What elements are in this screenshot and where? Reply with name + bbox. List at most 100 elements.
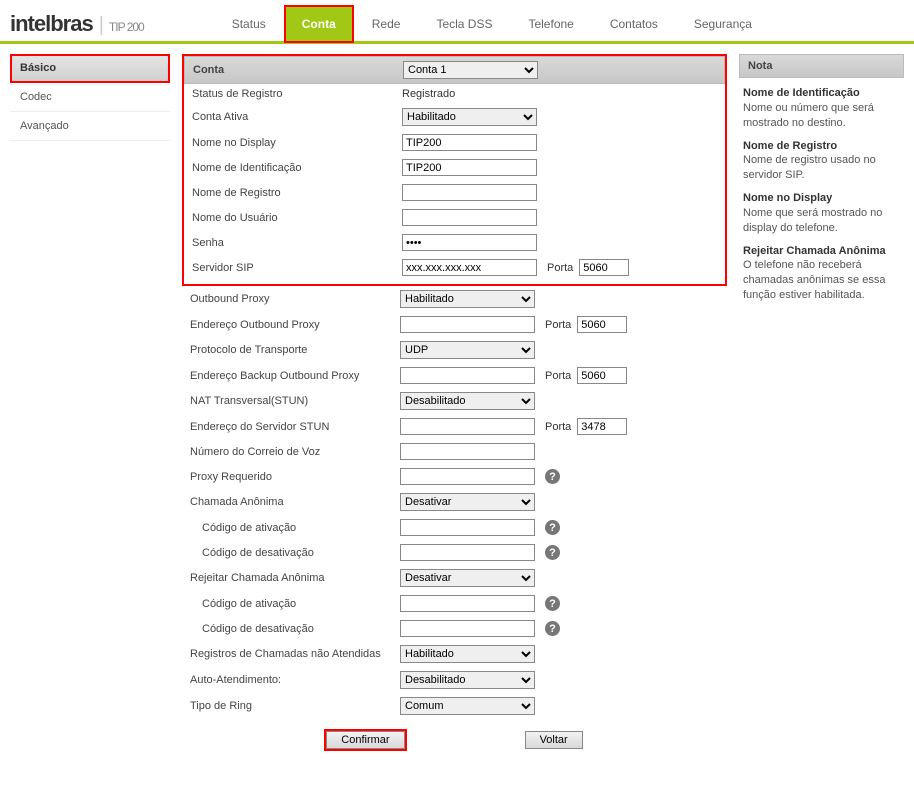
confirmar-button[interactable]: Confirmar: [326, 731, 404, 749]
row-ca-cod-desativ: Código de desativação ?: [182, 540, 727, 565]
select-tipo-ring[interactable]: Comum: [400, 697, 535, 715]
label-nat-transversal: NAT Transversal(STUN): [190, 395, 400, 407]
button-row: Confirmar Voltar: [182, 719, 727, 755]
label-ra-cod-desativ: Código de desativação: [190, 623, 400, 635]
topnav-item-rede[interactable]: Rede: [354, 5, 419, 43]
input-nome-usuario[interactable]: [402, 209, 537, 226]
logo: intelbras | TIP 200: [10, 11, 144, 37]
voltar-button[interactable]: Voltar: [525, 731, 583, 749]
row-rejeitar-anonima: Rejeitar Chamada Anônima Desativar: [182, 565, 727, 591]
label-numero-correio: Número do Correio de Voz: [190, 446, 400, 458]
help-icon: ?: [545, 520, 560, 535]
input-end-outbound-porta[interactable]: [577, 316, 627, 333]
label-ca-cod-ativ: Código de ativação: [190, 522, 400, 534]
row-auto-atendimento: Auto-Atendimento: Desabilitado: [182, 667, 727, 693]
select-rejeitar-anonima[interactable]: Desativar: [400, 569, 535, 587]
label-conta-ativa: Conta Ativa: [192, 111, 402, 123]
note-header: Nota: [739, 54, 904, 78]
account-select[interactable]: Conta 1: [403, 61, 538, 79]
help-icon: ?: [545, 545, 560, 560]
sidebar-item-avançado[interactable]: Avançado: [10, 112, 170, 141]
topnav-item-telefone[interactable]: Telefone: [510, 5, 591, 43]
sidebar-item-básico[interactable]: Básico: [10, 54, 170, 83]
select-reg-nao-atendidas[interactable]: Habilitado: [400, 645, 535, 663]
label-status-registro: Status de Registro: [192, 88, 402, 100]
label-nome-display: Nome no Display: [192, 137, 402, 149]
input-servidor-sip-porta[interactable]: [579, 259, 629, 276]
topnav-item-tecla-dss[interactable]: Tecla DSS: [418, 5, 510, 43]
note-text: Nome que será mostrado no display do tel…: [743, 206, 900, 236]
input-end-servidor-stun[interactable]: [400, 418, 535, 435]
label-outbound-proxy: Outbound Proxy: [190, 293, 400, 305]
help-icon: ?: [545, 621, 560, 636]
input-end-backup-porta[interactable]: [577, 367, 627, 384]
row-end-servidor-stun: Endereço do Servidor STUN Porta: [182, 414, 727, 439]
input-ra-cod-desativ[interactable]: [400, 620, 535, 637]
row-end-outbound-proxy: Endereço Outbound Proxy Porta: [182, 312, 727, 337]
select-nat-transversal[interactable]: Desabilitado: [400, 392, 535, 410]
note-text: Nome ou número que será mostrado no dest…: [743, 101, 900, 131]
row-protocolo-transporte: Protocolo de Transporte UDP: [182, 337, 727, 363]
label-protocolo-transporte: Protocolo de Transporte: [190, 344, 400, 356]
topnav-item-conta[interactable]: Conta: [284, 5, 354, 43]
note-text: O telefone não receberá chamadas anônima…: [743, 258, 900, 303]
select-conta-ativa[interactable]: Habilitado: [402, 108, 537, 126]
row-senha: Senha: [184, 230, 725, 255]
input-nome-display[interactable]: [402, 134, 537, 151]
row-numero-correio: Número do Correio de Voz: [182, 439, 727, 464]
select-protocolo-transporte[interactable]: UDP: [400, 341, 535, 359]
header: intelbras | TIP 200 StatusContaRedeTecla D…: [0, 0, 914, 44]
porta-label-outbound: Porta: [545, 319, 571, 331]
account-header-row: Conta Conta 1: [184, 56, 725, 84]
help-icon: ?: [545, 469, 560, 484]
row-reg-nao-atendidas: Registros de Chamadas não Atendidas Habi…: [182, 641, 727, 667]
input-end-backup-outbound[interactable]: [400, 367, 535, 384]
row-nome-ident: Nome de Identificação: [184, 155, 725, 180]
note-text: Nome de registro usado no servidor SIP.: [743, 153, 900, 183]
input-proxy-requerido[interactable]: [400, 468, 535, 485]
note-panel: Nota Nome de IdentificaçãoNome ou número…: [739, 54, 904, 755]
porta-label-stun: Porta: [545, 421, 571, 433]
note-heading: Nome de Identificação: [743, 86, 900, 101]
label-proxy-requerido: Proxy Requerido: [190, 471, 400, 483]
note-heading: Nome de Registro: [743, 139, 900, 154]
label-senha: Senha: [192, 237, 402, 249]
label-nome-ident: Nome de Identificação: [192, 162, 402, 174]
logo-divider: |: [99, 14, 103, 36]
model-label: TIP 200: [109, 20, 144, 34]
label-nome-registro: Nome de Registro: [192, 187, 402, 199]
input-nome-ident[interactable]: [402, 159, 537, 176]
main-panel: Conta Conta 1 Status de Registro Registr…: [182, 54, 727, 755]
input-ca-cod-desativ[interactable]: [400, 544, 535, 561]
row-ra-cod-desativ: Código de desativação ?: [182, 616, 727, 641]
topnav-item-contatos[interactable]: Contatos: [592, 5, 676, 43]
input-ra-cod-ativ[interactable]: [400, 595, 535, 612]
note-body: Nome de IdentificaçãoNome ou número que …: [739, 78, 904, 311]
label-ra-cod-ativ: Código de ativação: [190, 598, 400, 610]
brand-name: intelbras: [10, 11, 93, 36]
topnav-item-segurança[interactable]: Segurança: [676, 5, 770, 43]
input-stun-porta[interactable]: [577, 418, 627, 435]
input-nome-registro[interactable]: [402, 184, 537, 201]
input-end-outbound-proxy[interactable]: [400, 316, 535, 333]
row-chamada-anonima: Chamada Anônima Desativar: [182, 489, 727, 515]
select-auto-atendimento[interactable]: Desabilitado: [400, 671, 535, 689]
label-rejeitar-anonima: Rejeitar Chamada Anônima: [190, 572, 400, 584]
row-outbound-proxy: Outbound Proxy Habilitado: [182, 286, 727, 312]
input-senha[interactable]: [402, 234, 537, 251]
porta-label-sip: Porta: [547, 262, 573, 274]
select-outbound-proxy[interactable]: Habilitado: [400, 290, 535, 308]
sidebar-item-codec[interactable]: Codec: [10, 83, 170, 112]
input-ca-cod-ativ[interactable]: [400, 519, 535, 536]
input-numero-correio[interactable]: [400, 443, 535, 460]
select-chamada-anonima[interactable]: Desativar: [400, 493, 535, 511]
row-tipo-ring: Tipo de Ring Comum: [182, 693, 727, 719]
label-end-outbound-proxy: Endereço Outbound Proxy: [190, 319, 400, 331]
row-conta-ativa: Conta Ativa Habilitado: [184, 104, 725, 130]
row-ca-cod-ativ: Código de ativação ?: [182, 515, 727, 540]
input-servidor-sip[interactable]: [402, 259, 537, 276]
top-nav: StatusContaRedeTecla DSSTelefoneContatos…: [214, 5, 770, 43]
topnav-item-status[interactable]: Status: [214, 5, 284, 43]
label-nome-usuario: Nome do Usuário: [192, 212, 402, 224]
highlighted-account-box: Conta Conta 1 Status de Registro Registr…: [182, 54, 727, 286]
